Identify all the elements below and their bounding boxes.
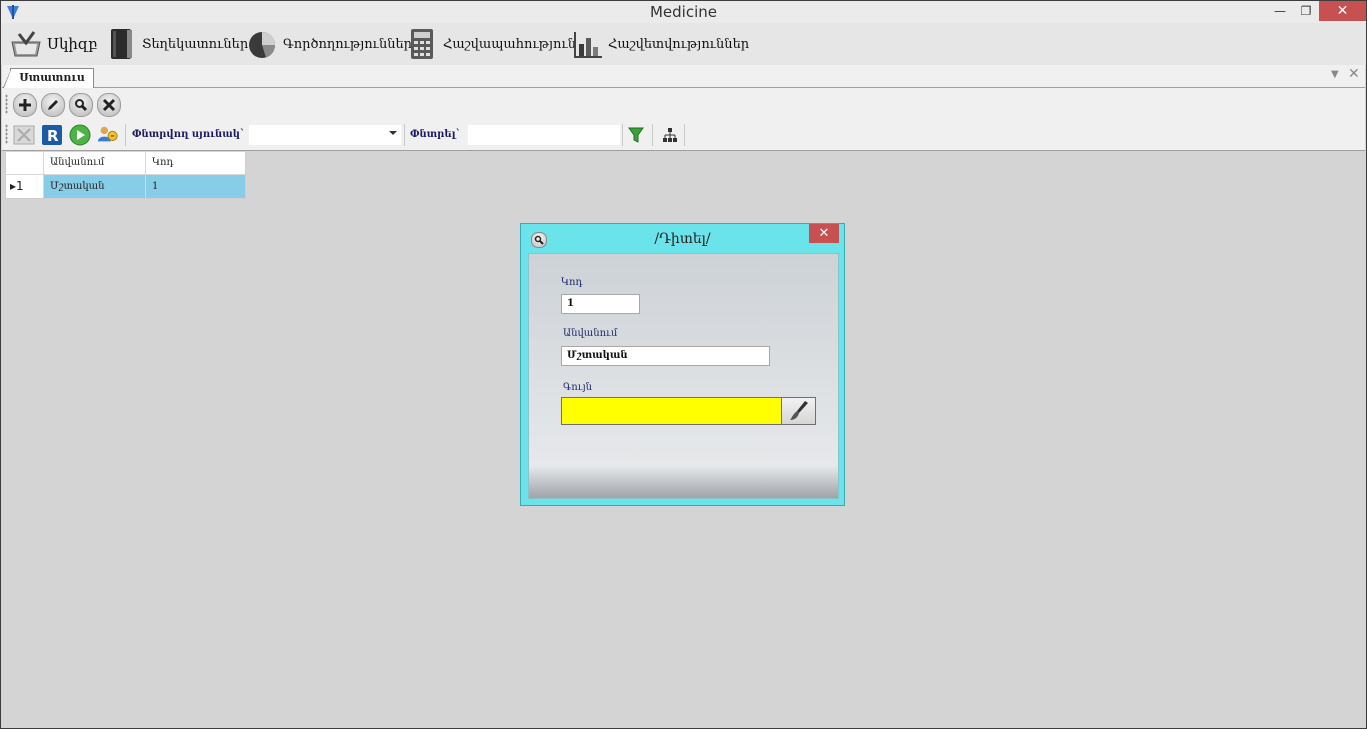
table-row[interactable]: ▸1 Մշտական 1 — [6, 175, 245, 198]
search-column-combo[interactable] — [248, 124, 402, 146]
main-menu: Սկիզբ Տեղեկատուներ Գործողություններ Հաշվ… — [1, 23, 1366, 65]
toolbar-separator — [622, 124, 623, 146]
chevron-down-icon — [389, 131, 397, 135]
toolbar-separator — [684, 124, 685, 146]
column-header-code[interactable]: Կոդ — [146, 152, 245, 174]
filter-toolbar: R Փնտրվող սյունակ` Փնտրել` — [2, 120, 1365, 151]
menu-item-start[interactable]: Սկիզբ — [10, 27, 98, 61]
calculator-icon — [406, 28, 438, 60]
users-icon — [97, 126, 118, 142]
search-input[interactable] — [467, 124, 621, 146]
code-field[interactable]: 1 — [561, 294, 640, 314]
pencil-icon — [48, 100, 58, 110]
column-header-name[interactable]: Անվանում — [44, 152, 146, 174]
hierarchy-icon — [663, 128, 677, 142]
toolbar-separator — [404, 124, 405, 146]
add-button[interactable] — [13, 93, 37, 117]
window-title: Medicine — [649, 3, 717, 21]
svg-text:R: R — [47, 127, 59, 145]
cell-name[interactable]: Մշտական — [44, 175, 146, 198]
minimize-button[interactable]: — — [1269, 1, 1291, 21]
pie-chart-icon — [246, 28, 278, 60]
view-button[interactable] — [69, 93, 93, 117]
export-disabled-button[interactable] — [13, 124, 35, 146]
tab-dropdown-button[interactable]: ▼ — [1331, 69, 1339, 80]
plus-icon — [19, 99, 31, 111]
toolbar-grip[interactable] — [5, 94, 8, 114]
toolbar-separator — [125, 124, 126, 146]
bar-chart-icon — [571, 28, 603, 60]
restore-button[interactable]: ❐ — [1295, 1, 1317, 21]
title-bar: Medicine — ❐ ✕ — [1, 1, 1366, 23]
dialog-body: Կոդ 1 Անվանում Մշտական Գույն — [528, 253, 839, 499]
run-button[interactable] — [69, 124, 91, 146]
name-label: Անվանում — [563, 328, 618, 339]
funnel-icon — [628, 127, 644, 143]
filter-button[interactable] — [625, 124, 647, 146]
tab-close-button[interactable]: ✕ — [1348, 66, 1360, 82]
menu-item-reports[interactable]: Հաշվետվություններ — [571, 27, 749, 61]
play-icon — [69, 124, 91, 146]
menu-item-label: Հաշվապահություն — [443, 36, 577, 52]
cell-code[interactable]: 1 — [146, 175, 245, 198]
color-swatch[interactable] — [561, 397, 782, 425]
inbox-check-icon — [10, 28, 42, 60]
search-label: Փնտրել` — [410, 129, 461, 140]
menu-item-label: Գործողություններ — [283, 36, 413, 52]
menu-item-label: Սկիզբ — [47, 35, 98, 53]
dialog-close-button[interactable]: ✕ — [809, 224, 839, 243]
excel-icon — [13, 125, 35, 145]
edit-toolbar — [2, 88, 1365, 120]
magnifier-icon — [75, 99, 88, 112]
menu-item-accounting[interactable]: Հաշվապահություն — [406, 27, 576, 61]
report-r-icon: R — [42, 125, 62, 145]
toolbar-separator — [652, 124, 653, 146]
book-icon — [105, 28, 137, 60]
brush-icon — [789, 401, 808, 420]
status-grid: Անվանում Կոդ ▸1 Մշտական 1 — [5, 152, 246, 199]
view-dialog: /Դիտել/ ✕ Կոդ 1 Անվանում Մշտական Գույն — [520, 223, 845, 506]
menu-item-label: Հաշվետվություններ — [608, 36, 750, 52]
x-icon — [102, 98, 116, 112]
color-picker-button[interactable] — [781, 397, 816, 425]
search-column-label: Փնտրվող սյունակ` — [132, 129, 245, 140]
document-tabs: Ստատուս ▼ ✕ — [2, 65, 1365, 88]
app-window: Medicine — ❐ ✕ Սկիզբ Տեղեկատուներ Գործող… — [0, 0, 1367, 729]
menu-item-label: Տեղեկատուներ — [142, 36, 249, 52]
users-button[interactable] — [97, 124, 119, 146]
delete-button[interactable] — [97, 93, 121, 117]
grid-corner — [6, 152, 44, 174]
name-field[interactable]: Մշտական — [561, 346, 770, 366]
color-label: Գույն — [563, 382, 593, 393]
hierarchy-button[interactable] — [659, 124, 681, 146]
code-label: Կոդ — [561, 277, 583, 288]
close-window-button[interactable]: ✕ — [1319, 1, 1366, 21]
toolbar-grip[interactable] — [5, 124, 8, 144]
tab-status[interactable]: Ստատուս — [3, 68, 94, 88]
report-button[interactable]: R — [41, 124, 63, 146]
dialog-title: /Դիտել/ — [654, 231, 711, 247]
row-indicator: ▸1 — [6, 175, 44, 198]
grid-header: Անվանում Կոդ — [6, 152, 245, 175]
menu-item-operations[interactable]: Գործողություններ — [246, 27, 412, 61]
edit-button[interactable] — [41, 93, 65, 117]
menu-item-references[interactable]: Տեղեկատուներ — [105, 27, 248, 61]
